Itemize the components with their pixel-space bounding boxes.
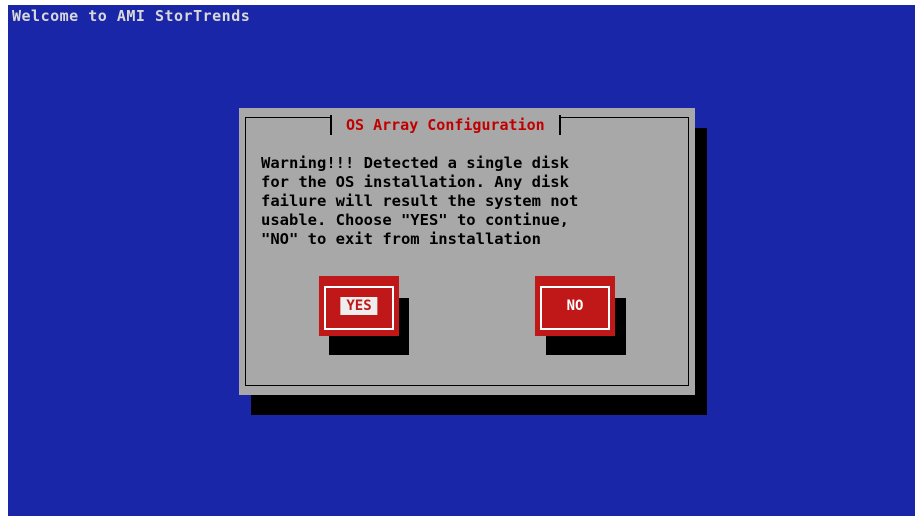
dialog-title: OS Array Configuration [330, 115, 561, 135]
os-array-dialog: OS Array Configuration Warning!!! Detect… [239, 108, 695, 395]
header-title: Welcome to AMI StorTrends [12, 7, 251, 25]
yes-button[interactable]: YES [319, 276, 399, 336]
terminal-screen: Welcome to AMI StorTrends OS Array Confi… [8, 5, 915, 516]
dialog-message: Warning!!! Detected a single disk for th… [261, 154, 579, 248]
no-button[interactable]: NO [535, 276, 615, 336]
no-button-label: NO [566, 298, 584, 314]
yes-button-label: YES [340, 297, 378, 315]
